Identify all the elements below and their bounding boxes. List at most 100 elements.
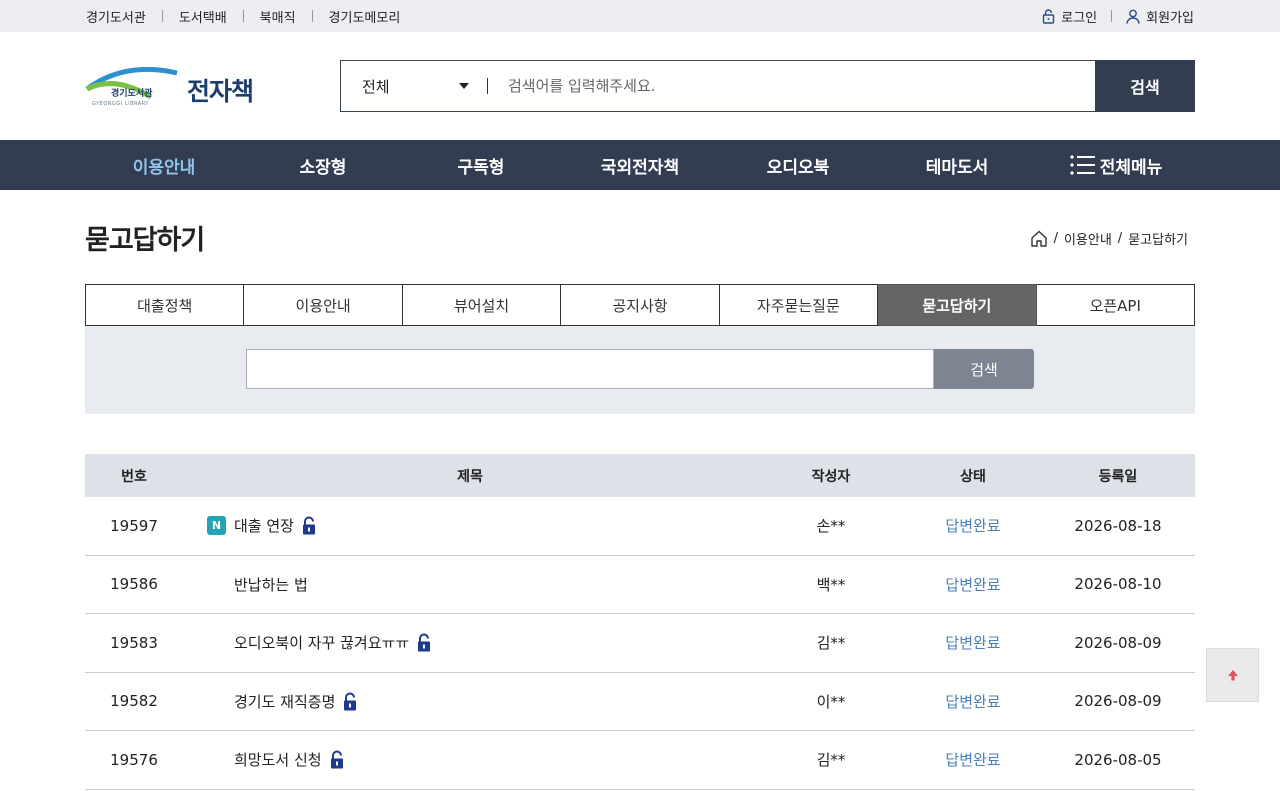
row-num: 19586 [110,575,158,594]
tab-open-api[interactable]: 오픈API [1036,284,1195,326]
auth-links: 로그인 회원가입 [1042,0,1194,32]
row-date: 2026-08-10 [1074,575,1162,594]
row-status: 답변완료 [945,692,1001,711]
row-num: 19597 [110,516,158,535]
table-row[interactable]: 19576 희망도서 신청 김** 답변완료 2026-08-05 [85,731,1195,790]
lock-icon [344,692,357,711]
row-title-cell[interactable]: 오디오북이 자꾸 끊겨요ㅠㅠ [183,632,757,653]
row-status: 답변완료 [945,575,1001,594]
nav-item-subscription[interactable]: 구독형 [402,140,560,190]
divider [242,10,244,22]
table-header: 번호 제목 작성자 상태 등록일 [85,454,1195,497]
row-status: 답변완료 [945,634,1001,653]
badge-spacer [207,575,226,594]
lock-icon [1043,8,1055,24]
qna-search-area: 검색 [85,326,1195,414]
signup-link[interactable]: 회원가입 [1126,7,1194,26]
table-row[interactable]: 19586 반납하는 법 백** 답변완료 2026-08-10 [85,556,1195,614]
row-num: 19576 [110,750,158,769]
badge-spacer [207,692,226,711]
main-search-bar: 전체 검색 [340,60,1195,112]
breadcrumb: / 이용안내 / 묻고답하기 [1030,229,1188,248]
tab-viewer-install[interactable]: 뷰어설치 [402,284,562,326]
table-row[interactable]: 19597 N 대출 연장 손** 답변완료 2026-08-18 [85,497,1195,556]
search-scope-select[interactable]: 전체 [341,61,487,111]
breadcrumb-item-guide[interactable]: 이용안내 [1064,229,1112,248]
row-status: 답변완료 [945,751,1001,770]
row-date: 2026-08-18 [1074,516,1162,535]
tab-notices[interactable]: 공지사항 [561,284,720,326]
badge-spacer [207,633,226,652]
row-title[interactable]: 경기도 재직증명 [234,691,335,712]
header-num: 번호 [121,468,147,485]
nav-item-all-menu[interactable]: 전체메뉴 [1037,140,1195,190]
tab-qna[interactable]: 묻고답하기 [878,284,1037,326]
link-bookmagic[interactable]: 북매직 [260,7,296,26]
row-author: 김** [816,634,846,653]
row-title[interactable]: 희망도서 신청 [234,749,322,770]
search-input[interactable] [488,61,1095,111]
main-nav: 이용안내 소장형 구독형 국외전자책 오디오북 테마도서 전체메뉴 [0,140,1280,190]
gyeonggi-library-logo-icon: 경기도서관 GYEONGGI LIBRARY [85,67,178,107]
nav-item-audiobooks[interactable]: 오디오북 [719,140,877,190]
login-label: 로그인 [1061,10,1098,26]
link-gyeonggi-library[interactable]: 경기도서관 [86,7,146,26]
search-scope-value: 전체 [362,77,390,96]
qna-table: 번호 제목 작성자 상태 등록일 19597 N 대출 연장 손** 답변완료 … [85,454,1195,790]
logo-text: 경기도서관 [111,87,153,99]
row-title[interactable]: 오디오북이 자꾸 끊겨요ㅠㅠ [234,632,409,653]
row-title[interactable]: 반납하는 법 [234,574,308,595]
signup-label: 회원가입 [1146,10,1194,26]
breadcrumb-separator: / [1117,231,1123,246]
row-date: 2026-08-09 [1074,692,1162,711]
divider [311,10,313,22]
link-book-delivery[interactable]: 도서택배 [179,7,227,26]
row-num: 19583 [110,633,158,652]
family-site-links: 경기도서관 도서택배 북매직 경기도메모리 [86,0,400,32]
top-utility-bar: 경기도서관 도서택배 북매직 경기도메모리 로그인 회원가입 [0,0,1280,32]
row-title-cell[interactable]: N 대출 연장 [183,515,757,536]
lock-icon [302,516,315,535]
arrow-up-icon [1227,670,1238,681]
lock-icon [330,750,343,769]
row-author: 김** [816,751,846,770]
divider [161,10,163,22]
nav-item-owned[interactable]: 소장형 [244,140,402,190]
scroll-to-top-button[interactable] [1206,648,1259,702]
row-title-cell[interactable]: 경기도 재직증명 [183,691,757,712]
header-author: 작성자 [811,468,851,485]
row-title-cell[interactable]: 희망도서 신청 [183,749,757,770]
table-row[interactable]: 19583 오디오북이 자꾸 끊겨요ㅠㅠ 김** 답변완료 2026-08-09 [85,614,1195,673]
nav-item-theme-books[interactable]: 테마도서 [878,140,1036,190]
qna-search-button[interactable]: 검색 [934,349,1034,389]
new-badge: N [207,516,226,536]
row-title-cell[interactable]: 반납하는 법 [183,574,757,595]
header-title: 제목 [457,468,483,485]
tab-usage-guide[interactable]: 이용안내 [244,284,403,326]
row-title[interactable]: 대출 연장 [234,515,294,536]
nav-item-foreign-ebooks[interactable]: 국외전자책 [561,140,719,190]
row-date: 2026-08-09 [1074,633,1162,652]
site-logo[interactable]: 경기도서관 GYEONGGI LIBRARY 전자책 [85,66,260,108]
login-link[interactable]: 로그인 [1042,7,1097,26]
header-status: 상태 [960,468,986,485]
caret-down-icon [459,83,469,89]
qna-search-input[interactable] [246,349,934,389]
row-author: 이** [816,692,846,711]
row-author: 백** [816,575,846,594]
sub-tabs: 대출정책 이용안내 뷰어설치 공지사항 자주묻는질문 묻고답하기 오픈API [85,284,1195,326]
breadcrumb-item-qna: 묻고답하기 [1128,233,1188,248]
all-menu-label: 전체메뉴 [1099,157,1163,178]
table-row[interactable]: 19582 경기도 재직증명 이** 답변완료 2026-08-09 [85,673,1195,731]
tab-faq[interactable]: 자주묻는질문 [719,284,879,326]
nav-item-guide[interactable]: 이용안내 [85,140,243,190]
tab-loan-policy[interactable]: 대출정책 [85,284,245,326]
badge-spacer [207,750,226,769]
divider [1111,10,1113,22]
link-gyeonggi-memory[interactable]: 경기도메모리 [329,7,401,26]
logo-subtext: GYEONGGI LIBRARY [92,101,149,107]
row-author: 손** [816,517,846,536]
lock-icon [418,633,431,652]
search-button[interactable]: 검색 [1095,60,1195,112]
home-icon[interactable] [1030,230,1048,247]
